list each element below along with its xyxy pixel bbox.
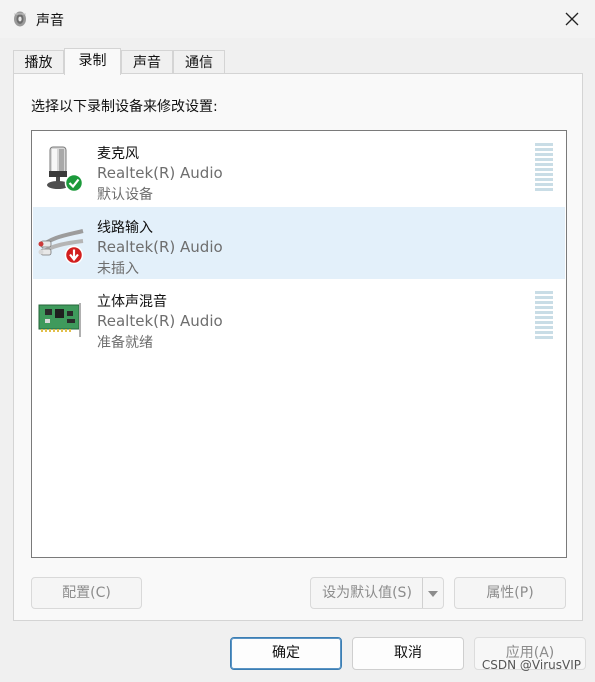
properties-button[interactable]: 属性(P) xyxy=(454,577,566,609)
chevron-down-icon xyxy=(428,578,438,608)
set-default-label: 设为默认值(S) xyxy=(322,585,412,601)
device-list[interactable]: 麦克风 Realtek(R) Audio 默认设备 线路输入 Realtek(R… xyxy=(31,130,567,558)
title-bar: 声音 xyxy=(0,0,595,38)
device-status: 准备就绪 xyxy=(97,335,153,351)
device-status: 默认设备 xyxy=(97,187,153,203)
tab-sounds[interactable]: 声音 xyxy=(121,50,173,74)
device-name: 麦克风 xyxy=(97,146,139,162)
device-name: 线路输入 xyxy=(97,220,153,236)
window-title: 声音 xyxy=(36,13,64,29)
recording-panel: 选择以下录制设备来修改设置: 麦克风 Realtek(R) Audio 默认设备 xyxy=(13,73,583,621)
tab-playback[interactable]: 播放 xyxy=(13,50,64,74)
ok-button[interactable]: 确定 xyxy=(230,637,342,670)
instruction-text: 选择以下录制设备来修改设置: xyxy=(31,99,218,115)
line-in-cable-icon xyxy=(37,217,87,267)
tab-communications[interactable]: 通信 xyxy=(173,50,225,74)
device-driver: Realtek(R) Audio xyxy=(97,312,223,330)
sound-card-icon xyxy=(37,291,87,341)
device-status: 未插入 xyxy=(97,261,139,277)
device-item-stereo-mix[interactable]: 立体声混音 Realtek(R) Audio 准备就绪 xyxy=(33,281,565,353)
device-driver: Realtek(R) Audio xyxy=(97,238,223,256)
tab-recording[interactable]: 录制 xyxy=(64,48,121,75)
speaker-app-icon xyxy=(12,10,28,28)
watermark-text: CSDN @VirusVIP xyxy=(481,658,581,672)
close-icon xyxy=(565,7,579,31)
device-item-microphone[interactable]: 麦克风 Realtek(R) Audio 默认设备 xyxy=(33,133,565,205)
device-driver: Realtek(R) Audio xyxy=(97,164,223,182)
level-meter xyxy=(535,143,553,191)
dropdown-arrow-button[interactable] xyxy=(422,578,443,608)
set-default-split-button[interactable]: 设为默认值(S) xyxy=(310,577,444,609)
configure-button[interactable]: 配置(C) xyxy=(31,577,142,609)
device-item-line-in[interactable]: 线路输入 Realtek(R) Audio 未插入 xyxy=(33,207,565,279)
device-name: 立体声混音 xyxy=(97,294,167,310)
cancel-button[interactable]: 取消 xyxy=(352,637,464,670)
close-button[interactable] xyxy=(549,0,595,38)
microphone-icon xyxy=(37,143,87,193)
level-meter xyxy=(535,291,553,339)
